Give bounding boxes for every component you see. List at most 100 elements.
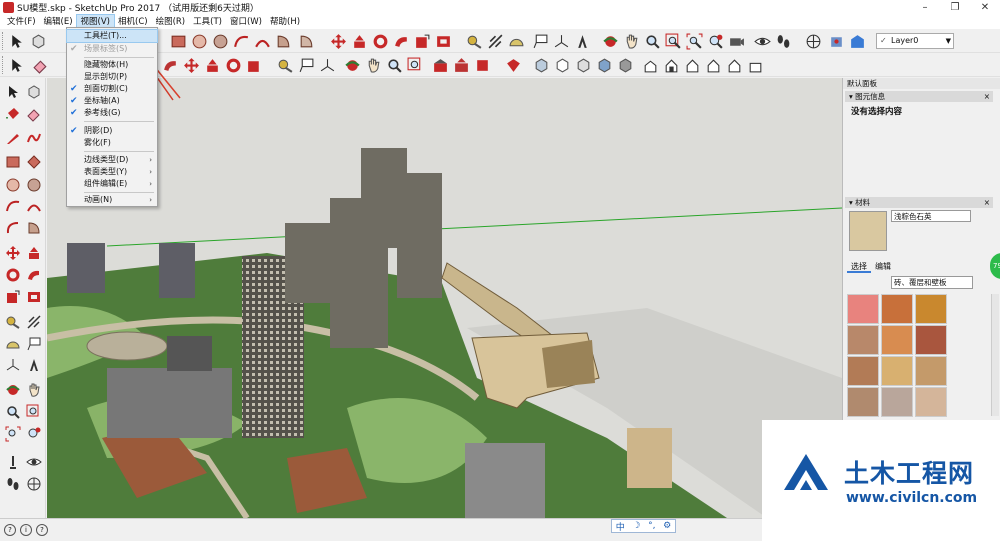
lt-arc2-button[interactable] [24,196,44,216]
text-tool-button-2[interactable] [296,55,316,75]
zoom-extents-button-2[interactable] [405,55,425,75]
view-front-button[interactable] [682,55,702,75]
material-swatch[interactable] [881,294,913,324]
lt-line-button[interactable] [3,128,23,148]
close-icon[interactable]: × [984,197,990,208]
minimize-button[interactable]: – [910,0,940,15]
lt-position-camera-button[interactable] [3,452,23,472]
lt-arc3-button[interactable] [3,218,23,238]
lt-circle-button[interactable] [3,175,23,195]
lt-axes-button[interactable] [3,355,23,375]
menu-item-section-planes[interactable]: 显示剖切(P) [67,71,157,83]
follow-me-button[interactable] [391,31,411,51]
material-category-select[interactable]: 砖、覆层和壁板 [891,276,973,289]
menu-item-shadows[interactable]: ✔ 阴影(D) [67,125,157,137]
scale-tool-button-2[interactable] [244,55,264,75]
material-swatch[interactable] [847,294,879,324]
dimension-tool-button[interactable] [485,31,505,51]
rotate-tool-button-2[interactable] [223,55,243,75]
menu-window[interactable]: 窗口(W) [226,15,266,29]
move-tool-button[interactable] [328,31,348,51]
lt-zoom-extents-button[interactable] [3,424,23,444]
lt-walk-button[interactable] [3,474,23,494]
style-shaded-button[interactable] [573,55,593,75]
question-icon[interactable]: ? [36,524,48,536]
entity-info-header[interactable]: ▾ 图元信息 × [845,91,993,102]
lt-pie-button[interactable] [24,218,44,238]
lt-zoom-button[interactable] [3,402,23,422]
make-component-button[interactable] [28,31,48,51]
menu-item-guides[interactable]: ✔ 参考线(G) [67,107,157,119]
material-swatch[interactable] [915,356,947,386]
materials-header[interactable]: ▾ 材料 × [845,197,993,208]
eraser-tool-button[interactable] [30,55,50,75]
menu-item-toolbars[interactable]: 工具栏(T)... [66,29,158,43]
menu-item-edge-style[interactable]: 边线类型(D) › [67,154,157,166]
zoom-button-2[interactable] [384,55,404,75]
pie-tool-button[interactable] [273,31,293,51]
lt-look-around-button[interactable] [24,452,44,472]
lt-component-button[interactable] [24,82,44,102]
lt-protractor-button[interactable] [3,334,23,354]
lt-dimension-button[interactable] [24,312,44,332]
arc2-tool-button[interactable] [252,31,272,51]
axes-tool-button-2[interactable] [317,55,337,75]
close-icon[interactable]: × [984,91,990,102]
ime-toolbar[interactable]: 中 ☽ °, ⚙ [611,519,676,533]
style-hidden-button[interactable] [552,55,572,75]
material-swatch[interactable] [881,387,913,417]
zoom-button[interactable] [642,31,662,51]
help-icon[interactable]: ? [4,524,16,536]
lt-select-button[interactable] [3,82,23,102]
orbit-button[interactable] [600,31,620,51]
material-swatch[interactable] [881,356,913,386]
model-viewport[interactable] [47,78,842,518]
material-swatch[interactable] [915,325,947,355]
pie2-tool-button[interactable] [296,31,316,51]
select-tool-button[interactable] [6,31,26,51]
lt-arc-button[interactable] [3,196,23,216]
menu-item-fog[interactable]: 雾化(F) [67,137,157,149]
walk-button[interactable] [773,31,793,51]
menu-item-face-style[interactable]: 表面类型(Y) › [67,166,157,178]
info-icon[interactable]: i [20,524,32,536]
tape-measure-button[interactable] [464,31,484,51]
add-location-button[interactable] [826,31,846,51]
menu-item-animation[interactable]: 动画(N) › [67,194,157,206]
lt-rotate-button[interactable] [3,265,23,285]
scale-tool-button[interactable] [412,31,432,51]
text-tool-button[interactable] [530,31,550,51]
material-swatch[interactable] [847,356,879,386]
polygon-tool-button[interactable] [210,31,230,51]
tape-measure-button-2[interactable] [275,55,295,75]
moon-icon[interactable]: ☽ [632,521,640,531]
lt-text-button[interactable] [24,334,44,354]
protractor-button[interactable] [506,31,526,51]
menu-item-axes[interactable]: ✔ 坐标轴(A) [67,95,157,107]
material-swatch[interactable] [847,387,879,417]
lt-prev-view-button[interactable] [24,424,44,444]
view-left-button[interactable] [745,55,765,75]
material-swatch[interactable] [847,325,879,355]
lt-move-button[interactable] [3,243,23,263]
ime-chinese-mode[interactable]: 中 [616,520,625,533]
push-pull-button-2[interactable] [202,55,222,75]
circle-tool-button[interactable] [189,31,209,51]
section-plane-button[interactable] [803,31,823,51]
zoom-window-button[interactable] [663,31,683,51]
lt-scale-button[interactable] [3,287,23,307]
style-textured-button[interactable] [594,55,614,75]
view-back-button[interactable] [724,55,744,75]
material-swatch[interactable] [881,325,913,355]
menu-item-section-cuts[interactable]: ✔ 剖面切割(C) [67,83,157,95]
menu-item-component-edit[interactable]: 组件编辑(E) › [67,178,157,190]
lt-section-button[interactable] [24,474,44,494]
menu-file[interactable]: 文件(F) [3,15,40,29]
get-models-button[interactable] [847,31,867,51]
menu-item-hidden-geometry[interactable]: 隐藏物体(H) [67,59,157,71]
lt-orbit-button[interactable] [3,380,23,400]
orbit-button-2[interactable] [342,55,362,75]
lt-follow-me-button[interactable] [24,265,44,285]
push-pull-button[interactable] [349,31,369,51]
lt-tape-button[interactable] [3,312,23,332]
